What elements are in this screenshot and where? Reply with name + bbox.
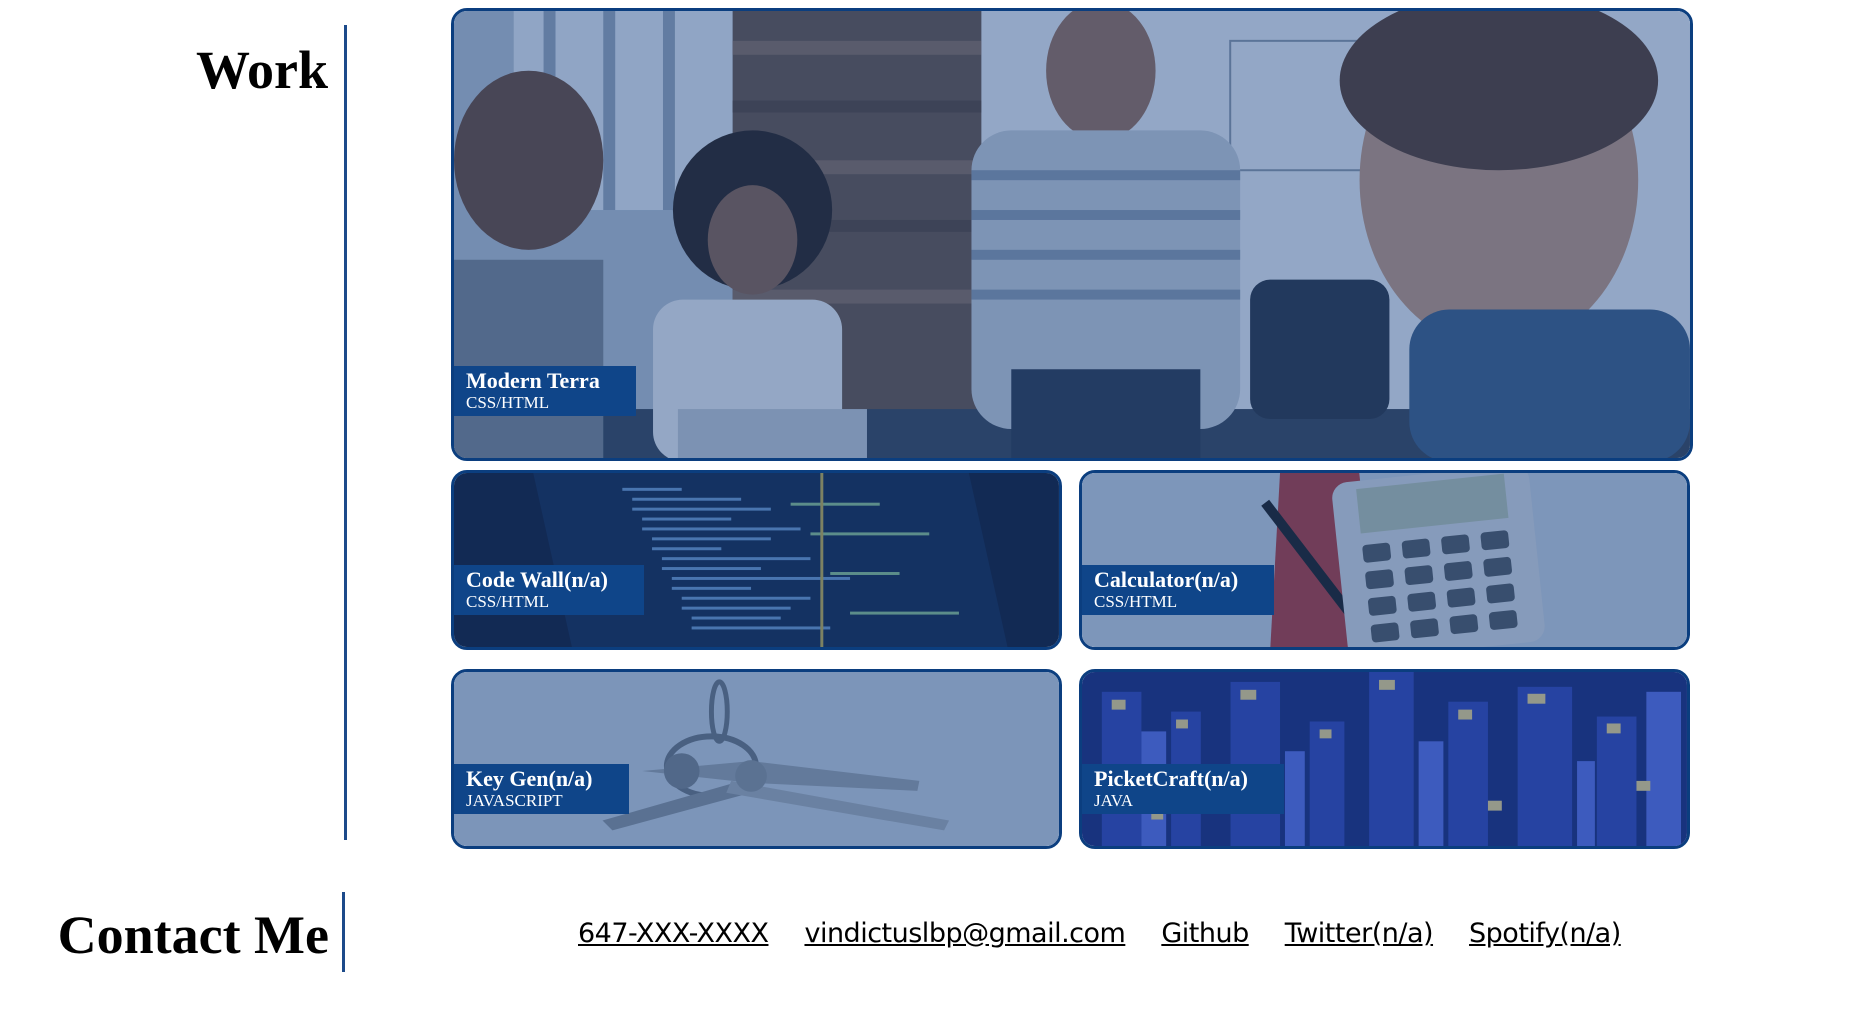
github-link[interactable]: Github <box>1161 916 1249 952</box>
card-overlay <box>454 672 1059 846</box>
project-label: Code Wall(n/a) CSS/HTML <box>454 565 645 615</box>
twitter-link[interactable]: Twitter(n/a) <box>1285 916 1434 952</box>
project-card-key-gen[interactable]: Key Gen(n/a) JAVASCRIPT <box>451 669 1062 849</box>
email-link[interactable]: vindictuslbp@gmail.com <box>804 916 1125 952</box>
project-name: Key Gen(n/a) <box>466 766 593 791</box>
project-tech: JAVASCRIPT <box>466 791 563 810</box>
card-overlay <box>454 11 1690 458</box>
project-tech: CSS/HTML <box>1094 592 1178 611</box>
contact-divider <box>342 892 345 972</box>
contact-links: 647-XXX-XXXX vindictuslbp@gmail.com Gith… <box>578 916 1621 952</box>
project-card-picketcraft[interactable]: PicketCraft(n/a) JAVA <box>1079 669 1690 849</box>
card-overlay <box>454 473 1059 647</box>
card-overlay <box>1082 672 1687 846</box>
project-card-code-wall[interactable]: Code Wall(n/a) CSS/HTML <box>451 470 1062 650</box>
project-name: PicketCraft(n/a) <box>1094 766 1248 791</box>
phone-link[interactable]: 647-XXX-XXXX <box>578 916 769 952</box>
project-label: Key Gen(n/a) JAVASCRIPT <box>454 764 629 814</box>
card-overlay <box>1082 473 1687 647</box>
project-card-calculator[interactable]: Calculator(n/a) CSS/HTML <box>1079 470 1690 650</box>
project-tech: CSS/HTML <box>466 393 550 412</box>
project-card-modern-terra[interactable]: Modern Terra CSS/HTML <box>451 8 1693 461</box>
portfolio-page: Work Modern Terra CSS/HTML Code Wall(n/a… <box>0 0 1874 1022</box>
work-divider <box>344 25 347 840</box>
work-section-title: Work <box>195 40 328 100</box>
contact-section-title: Contact Me <box>57 905 329 965</box>
project-name: Calculator(n/a) <box>1094 567 1239 592</box>
project-label: Calculator(n/a) CSS/HTML <box>1082 565 1275 615</box>
project-name: Code Wall(n/a) <box>466 567 609 592</box>
project-label: PicketCraft(n/a) JAVA <box>1082 764 1284 814</box>
project-label: Modern Terra CSS/HTML <box>454 366 636 416</box>
project-tech: JAVA <box>1094 791 1134 810</box>
project-name: Modern Terra <box>466 368 600 393</box>
spotify-link[interactable]: Spotify(n/a) <box>1469 916 1621 952</box>
project-tech: CSS/HTML <box>466 592 550 611</box>
